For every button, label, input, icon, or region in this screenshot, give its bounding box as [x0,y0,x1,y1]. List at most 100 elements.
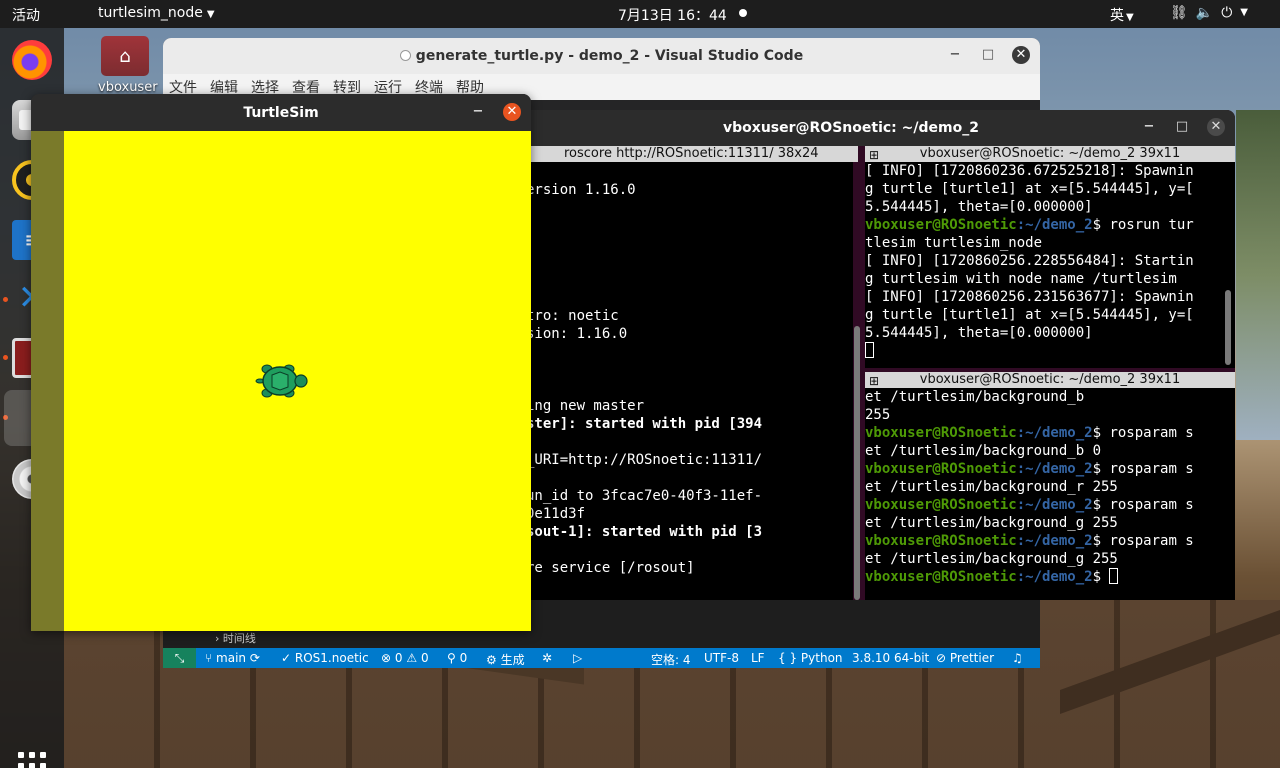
command-text: rosparam s [1109,425,1194,441]
terminal-text: [ INFO] [1720860236.672525218]: Spawnin [865,163,1194,179]
prompt-dollar: $ [1092,425,1110,441]
terminal-line: et /turtlesim/background_g 255 [865,550,1235,568]
prompt-path: :~/demo_2 [1016,569,1093,585]
desktop-home-icon[interactable]: ⌂ vboxuser [98,36,158,95]
firefox-icon[interactable] [12,40,52,80]
terminal-line: 5.544445], theta=[0.000000] [865,198,1235,216]
language-item[interactable]: { } Python [778,651,843,665]
close-button[interactable]: ✕ [1207,118,1225,136]
vscode-title: generate_turtle.py - demo_2 - Visual Stu… [415,48,804,64]
encoding-item[interactable]: UTF-8 [704,651,739,665]
terminal-titlebar[interactable]: vboxuser@ROSnoetic: ~/demo_2 − □ ✕ [467,110,1235,146]
error-count: 0 [394,651,403,665]
turtlesim-scrollbar[interactable] [1225,290,1231,365]
prompt-user: vboxuser@ROSnoetic [865,533,1017,549]
terminal-line: g turtlesim with node name /turtlesim [865,270,1235,288]
network-icon: ⛓ [1170,5,1188,21]
terminal-text: g turtlesim with node name /turtlesim [865,271,1177,287]
prompt-path: :~/demo_2 [1016,533,1093,549]
clock[interactable]: 7月13日 16：44 [618,5,727,25]
close-button[interactable]: ✕ [1012,46,1030,64]
terminal-line: tlesim turtlesim_node [865,234,1235,252]
terminal-text: g turtle [turtle1] at x=[5.544445], y=[ [865,307,1194,323]
terminal-line: vboxuser@ROSnoetic:~/demo_2$ [865,568,1235,586]
vscode-titlebar[interactable]: generate_turtle.py - demo_2 - Visual Stu… [163,38,1040,74]
terminal-line: 255 [865,406,1235,424]
branch-item[interactable]: ⑂ main ⟳ [205,651,260,665]
close-button[interactable]: ✕ [503,103,521,121]
terminal-cursor-line [865,342,1235,360]
gear-icon: ⚙ [486,653,497,667]
prettier-item[interactable]: ⊘ Prettier [936,651,994,665]
terminal-text: 5.544445], theta=[0.000000] [865,325,1093,341]
timeline-section[interactable]: › 时间线 [215,630,256,646]
app-menu[interactable]: turtlesim_node ▼ [98,5,215,21]
maximize-button[interactable]: □ [979,46,997,64]
prettier-label: Prettier [949,651,995,665]
check-icon: ✓ [281,651,292,665]
prompt-path: :~/demo_2 [1016,461,1093,477]
terminal-text: 255 [865,407,891,423]
terminal-title: vboxuser@ROSnoetic: ~/demo_2 [723,120,979,136]
minimize-button[interactable]: − [946,46,964,64]
maximize-button[interactable]: □ [1173,118,1191,136]
eol-item[interactable]: LF [751,651,765,665]
terminal-line: 5.544445], theta=[0.000000] [865,324,1235,342]
roscore-pane-title-text: roscore http://ROSnoetic:11311/ 38x24 [564,146,819,161]
remote-icon[interactable]: ⤡ [163,648,196,668]
interpreter-item[interactable]: 3.8.10 64-bit [852,651,929,665]
problems-item[interactable]: ⊗ 0 ⚠ 0 [381,651,429,665]
debug-icon[interactable]: ✲ [542,651,552,665]
command-text: rosparam s [1109,533,1194,549]
run-icon[interactable]: ▷ [573,651,582,665]
terminal-line: et /turtlesim/background_r 255 [865,478,1235,496]
input-method-menu[interactable]: 英 ▼ [1110,5,1134,25]
terminal-line: g turtle [turtle1] at x=[5.544445], y=[ [865,306,1235,324]
minimize-button[interactable]: − [469,103,487,121]
warning-icon: ⚠ [406,651,418,665]
terminal-line: vboxuser@ROSnoetic:~/demo_2$ rosrun tur [865,216,1235,234]
rosparam-pane-title[interactable]: ⊞ vboxuser@ROSnoetic: ~/demo_2 39x11 [865,372,1235,388]
ports-item[interactable]: ⚲ 0 [447,651,467,665]
turtle-sprite [255,364,308,398]
running-indicator [3,297,8,302]
turtlesim-pane-title[interactable]: ⊞ vboxuser@ROSnoetic: ~/demo_2 39x11 [865,146,1235,162]
roscore-scrollbar[interactable] [854,326,860,600]
command-text: rosparam s [1109,497,1194,513]
system-tray[interactable]: ⛓ 🔈 ⏻ ▼ [1170,5,1248,21]
build-label: 生成 [500,653,525,667]
activities-button[interactable]: 活动 [12,5,40,25]
turtlesim-titlebar[interactable]: TurtleSim − ✕ [31,94,531,131]
indent-item[interactable]: 空格: 4 [651,651,691,668]
error-icon: ⊗ [381,651,392,665]
turtlesim-terminal[interactable]: [ INFO] [1720860236.672525218]: Spawnin g… [865,162,1235,368]
minimize-button[interactable]: − [1140,118,1158,136]
prompt-user: vboxuser@ROSnoetic [865,569,1017,585]
turtle-icon [255,364,308,398]
terminal-line: et /turtlesim/background_b [865,388,1235,406]
timeline-label: 时间线 [222,632,256,645]
terminal-line: vboxuser@ROSnoetic:~/demo_2$ rosparam s [865,460,1235,478]
notifications-bell-icon[interactable]: ♫ [1012,651,1023,665]
caret-down-icon: ▼ [206,9,215,20]
running-indicator [3,355,8,360]
wallpaper-trees [1236,110,1280,440]
ros-env-item[interactable]: ✓ ROS1.noetic [281,651,369,665]
terminal-window: vboxuser@ROSnoetic: ~/demo_2 − □ ✕ rosco… [467,110,1235,600]
braces-icon: { } [778,651,798,665]
command-text: rosparam s [1109,461,1194,477]
app-menu-label: turtlesim_node [98,5,203,21]
chevron-right-icon: › [215,632,220,645]
terminal-text: 5.544445], theta=[0.000000] [865,199,1093,215]
show-applications-icon[interactable] [18,752,46,768]
build-item[interactable]: ⚙ 生成 [486,651,525,668]
turtlesim-canvas[interactable] [64,131,531,631]
rosparam-terminal[interactable]: et /turtlesim/background_b 255 vboxuser@RO… [865,388,1235,600]
prompt-dollar: $ [1092,533,1110,549]
prompt-path: :~/demo_2 [1016,497,1093,513]
terminal-line: et /turtlesim/background_b 0 [865,442,1235,460]
power-icon: ⏻ [1221,5,1233,21]
split-terminal-icon: ⊞ [869,374,880,388]
sync-icon: ⟳ [249,651,260,665]
warning-count: 0 [420,651,429,665]
